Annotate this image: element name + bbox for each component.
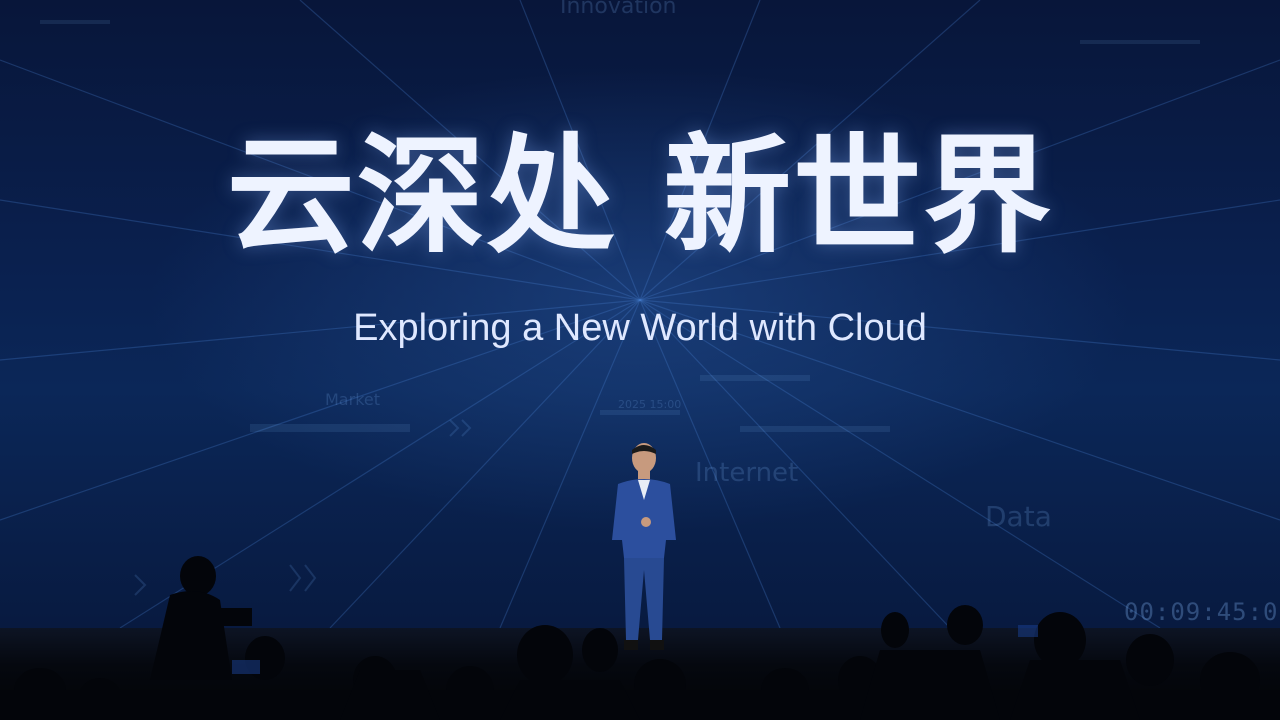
- faint-text-internet: Internet: [695, 458, 799, 488]
- faint-text-data: Data: [985, 500, 1052, 533]
- faint-text-top: Innovation: [560, 0, 677, 19]
- audience-silhouettes: [0, 556, 1280, 720]
- faint-text-time: 2025 15:00: [618, 398, 682, 411]
- faint-text-market: Market: [325, 390, 380, 409]
- headline-chinese: 云深处 新世界: [226, 122, 1054, 271]
- headline-english: Exploring a New World with Cloud: [353, 307, 927, 349]
